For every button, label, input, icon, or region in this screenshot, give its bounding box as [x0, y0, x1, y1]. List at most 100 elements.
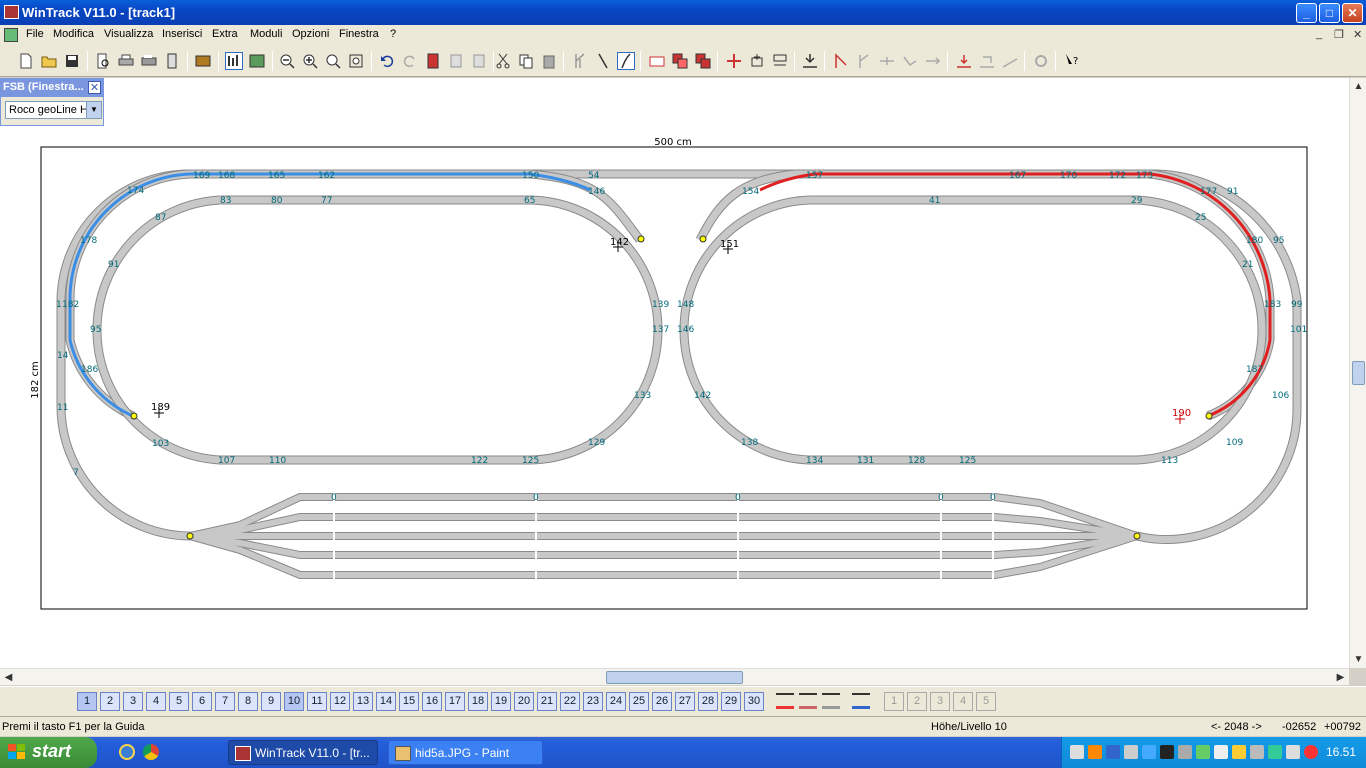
bluetooth-icon[interactable] [1106, 745, 1120, 759]
menu-file[interactable]: File [26, 28, 44, 40]
app-icon[interactable] [4, 5, 19, 19]
layer-button-2[interactable]: 2 [100, 692, 120, 711]
layer-button-7[interactable]: 7 [215, 692, 235, 711]
zoom-window-icon[interactable] [324, 52, 342, 70]
extra-layer-button-4[interactable]: 4 [953, 692, 973, 711]
power-icon[interactable] [1178, 745, 1192, 759]
layers-hide-icon[interactable] [822, 693, 840, 709]
delete-icon[interactable] [424, 52, 442, 70]
display-icon[interactable] [1124, 745, 1138, 759]
print-setup-icon[interactable] [140, 52, 158, 70]
chevron-down-icon[interactable]: ▼ [86, 102, 101, 118]
scroll-left-icon[interactable]: ◀ [0, 669, 17, 686]
menu-finestra[interactable]: Finestra [339, 28, 379, 40]
scroll-down-icon[interactable]: ▼ [1350, 651, 1366, 668]
menu-moduli[interactable]: Moduli [250, 28, 282, 40]
gradient-icon[interactable] [978, 52, 996, 70]
layer-button-9[interactable]: 9 [261, 692, 281, 711]
table-icon[interactable] [648, 52, 666, 70]
battery-icon[interactable] [1196, 745, 1210, 759]
layer-button-8[interactable]: 8 [238, 692, 258, 711]
help-icon[interactable]: ? [1063, 52, 1081, 70]
phone-icon[interactable] [1286, 745, 1300, 759]
layer-button-17[interactable]: 17 [445, 692, 465, 711]
layer-button-6[interactable]: 6 [192, 692, 212, 711]
settings-icon[interactable] [1032, 52, 1050, 70]
layers-edit-icon[interactable] [799, 693, 817, 709]
layer-button-23[interactable]: 23 [583, 692, 603, 711]
scroll-up-icon[interactable]: ▲ [1350, 78, 1366, 95]
doc-minimize-button[interactable]: _ [1316, 28, 1322, 40]
ungroup-icon[interactable] [694, 52, 712, 70]
drawing-canvas[interactable]: 500 cm 182 cm 142 151 189 190 169 168 16… [0, 78, 1349, 668]
group-icon[interactable] [671, 52, 689, 70]
level-icon[interactable] [955, 52, 973, 70]
copy-icon[interactable] [517, 52, 535, 70]
security-icon[interactable] [1232, 745, 1246, 759]
volume-icon[interactable] [1214, 745, 1228, 759]
extra-layer-button-5[interactable]: 5 [976, 692, 996, 711]
layer-button-29[interactable]: 29 [721, 692, 741, 711]
library-icon[interactable] [194, 52, 212, 70]
save-icon[interactable] [63, 52, 81, 70]
menu-visualizza[interactable]: Visualizza [104, 28, 153, 40]
extra-layer-button-2[interactable]: 2 [907, 692, 927, 711]
gradient-2-icon[interactable] [1001, 52, 1019, 70]
document-icon[interactable] [4, 28, 18, 42]
copy-module-icon[interactable] [447, 52, 465, 70]
zoom-fit-icon[interactable] [347, 52, 365, 70]
doc-restore-button[interactable]: ❐ [1334, 28, 1344, 41]
firewall-icon[interactable] [1088, 745, 1102, 759]
layer-button-13[interactable]: 13 [353, 692, 373, 711]
vertical-scrollbar[interactable]: ▲ ▼ [1349, 78, 1366, 668]
internet-explorer-icon[interactable] [119, 744, 135, 760]
undo-icon[interactable] [378, 52, 396, 70]
zoom-out-icon[interactable] [278, 52, 296, 70]
extra-layer-button-3[interactable]: 3 [930, 692, 950, 711]
fsb-panel[interactable]: FSB (Finestra... ✕ Roco geoLine H ▼ [0, 78, 104, 126]
layer-button-20[interactable]: 20 [514, 692, 534, 711]
measure-icon[interactable] [924, 52, 942, 70]
usb-icon[interactable] [1250, 745, 1264, 759]
import-icon[interactable] [801, 52, 819, 70]
sync-icon[interactable] [1268, 745, 1282, 759]
doc-close-button[interactable]: ✕ [1353, 28, 1362, 41]
layer-button-5[interactable]: 5 [169, 692, 189, 711]
connect-icon[interactable] [832, 52, 850, 70]
calculator-icon[interactable] [163, 52, 181, 70]
join-icon[interactable] [901, 52, 919, 70]
cut-icon[interactable] [494, 52, 512, 70]
menu-inserisci[interactable]: Inserisci [162, 28, 202, 40]
track-library-select[interactable]: Roco geoLine H ▼ [5, 101, 102, 119]
flex-track-icon[interactable] [617, 52, 635, 70]
layer-button-28[interactable]: 28 [698, 692, 718, 711]
vertical-scroll-thumb[interactable] [1352, 361, 1365, 385]
fsb-close-icon[interactable]: ✕ [88, 81, 101, 94]
task-wintrack[interactable]: WinTrack V11.0 - [tr... [228, 740, 378, 765]
network-icon[interactable] [1070, 745, 1084, 759]
minimize-button[interactable]: _ [1296, 3, 1317, 23]
layer-button-16[interactable]: 16 [422, 692, 442, 711]
cross-icon[interactable] [878, 52, 896, 70]
track-layout[interactable]: 500 cm 182 cm 142 151 189 190 169 168 16… [0, 78, 1349, 668]
image-icon[interactable] [248, 52, 266, 70]
layer-button-18[interactable]: 18 [468, 692, 488, 711]
extra-layer-button-1[interactable]: 1 [884, 692, 904, 711]
print-icon[interactable] [117, 52, 135, 70]
paste-icon[interactable] [540, 52, 558, 70]
layers-color-icon[interactable] [776, 693, 794, 709]
layer-button-3[interactable]: 3 [123, 692, 143, 711]
horizontal-scrollbar[interactable]: ◀ ▶ [0, 668, 1349, 685]
task-paint[interactable]: hid5a.JPG - Paint [388, 740, 543, 765]
layer-button-1[interactable]: 1 [77, 692, 97, 711]
layer-button-4[interactable]: 4 [146, 692, 166, 711]
horizontal-scroll-thumb[interactable] [606, 671, 743, 684]
new-icon[interactable] [17, 52, 35, 70]
chrome-icon[interactable] [143, 744, 159, 760]
layer-icon[interactable] [225, 52, 243, 70]
layer-button-14[interactable]: 14 [376, 692, 396, 711]
menu-help[interactable]: ? [390, 28, 396, 40]
layer-button-15[interactable]: 15 [399, 692, 419, 711]
split-icon[interactable] [855, 52, 873, 70]
menu-opzioni[interactable]: Opzioni [292, 28, 329, 40]
